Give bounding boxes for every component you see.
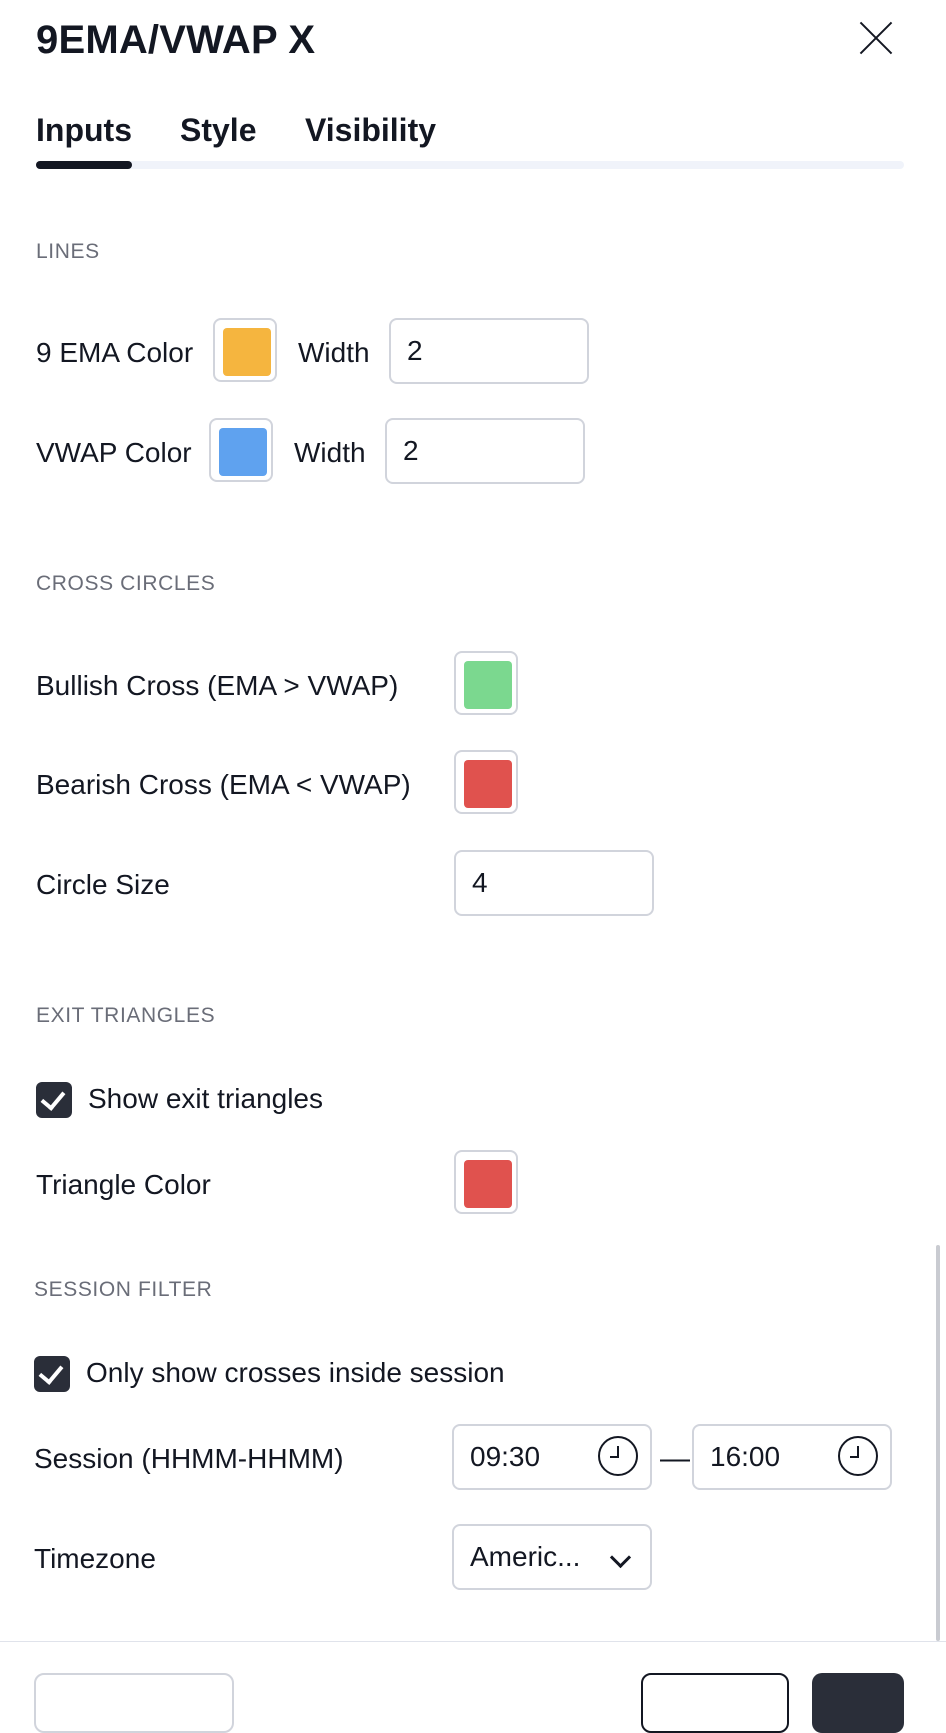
vwap-color-swatch [219,428,267,476]
ema-color-picker[interactable] [213,318,277,382]
triangle-color-label: Triangle Color [36,1169,211,1200]
show-exit-triangles-checkbox[interactable] [36,1082,72,1118]
show-exit-triangles-label: Show exit triangles [88,1083,324,1114]
ema-width-label: Width [298,337,370,368]
vwap-width-label: Width [294,437,366,468]
section-session-filter-title: SESSION FILTER [34,1278,213,1301]
ema-width-value: 2 [407,335,423,366]
only-inside-session-checkbox[interactable] [34,1356,70,1392]
session-start-input[interactable]: 09:30 [452,1424,652,1490]
vwap-width-value: 2 [403,435,419,466]
session-end-value: 16:00 [710,1441,781,1472]
tab-active-indicator [36,161,132,169]
bullish-cross-label: Bullish Cross (EMA > VWAP) [36,670,399,701]
defaults-button[interactable] [34,1673,234,1733]
bullish-cross-color-picker[interactable] [454,651,518,715]
timezone-label: Timezone [34,1543,156,1574]
section-lines-title: LINES [36,240,100,263]
clock-icon[interactable] [838,1436,878,1476]
circle-size-value: 4 [472,867,488,898]
ema-color-swatch [223,328,271,376]
vwap-width-input[interactable]: 2 [385,418,585,484]
timezone-value: Americ... [470,1541,581,1572]
scrollbar[interactable] [936,1245,940,1641]
clock-icon[interactable] [598,1436,638,1476]
bearish-cross-swatch [464,760,512,808]
bearish-cross-color-picker[interactable] [454,750,518,814]
tab-style[interactable]: Style [180,108,256,152]
bullish-cross-swatch [464,661,512,709]
circle-size-input[interactable]: 4 [454,850,654,916]
timezone-select[interactable]: Americ... [452,1524,652,1590]
vwap-color-label: VWAP Color [36,437,192,468]
section-cross-circles-title: CROSS CIRCLES [36,572,216,595]
session-separator: — [660,1442,690,1475]
section-exit-triangles-title: EXIT TRIANGLES [36,1004,216,1027]
only-inside-session-label: Only show crosses inside session [86,1357,505,1388]
chevron-down-icon [609,1546,632,1569]
triangle-color-picker[interactable] [454,1150,518,1214]
tab-visibility[interactable]: Visibility [305,108,436,152]
triangle-color-swatch [464,1160,512,1208]
tab-inputs[interactable]: Inputs [36,108,132,152]
bearish-cross-label: Bearish Cross (EMA < VWAP) [36,769,411,800]
session-label: Session (HHMM-HHMM) [34,1443,344,1474]
dialog-title: 9EMA/VWAP X [36,18,316,62]
footer-divider [0,1641,946,1642]
session-end-input[interactable]: 16:00 [692,1424,892,1490]
ok-button[interactable] [812,1673,904,1733]
session-start-value: 09:30 [470,1441,541,1472]
ema-width-input[interactable]: 2 [389,318,589,384]
vwap-color-picker[interactable] [209,418,273,482]
cancel-button[interactable] [641,1673,789,1733]
circle-size-label: Circle Size [36,869,170,900]
tab-track [36,161,904,169]
ema-color-label: 9 EMA Color [36,337,194,368]
close-icon[interactable] [858,20,894,56]
